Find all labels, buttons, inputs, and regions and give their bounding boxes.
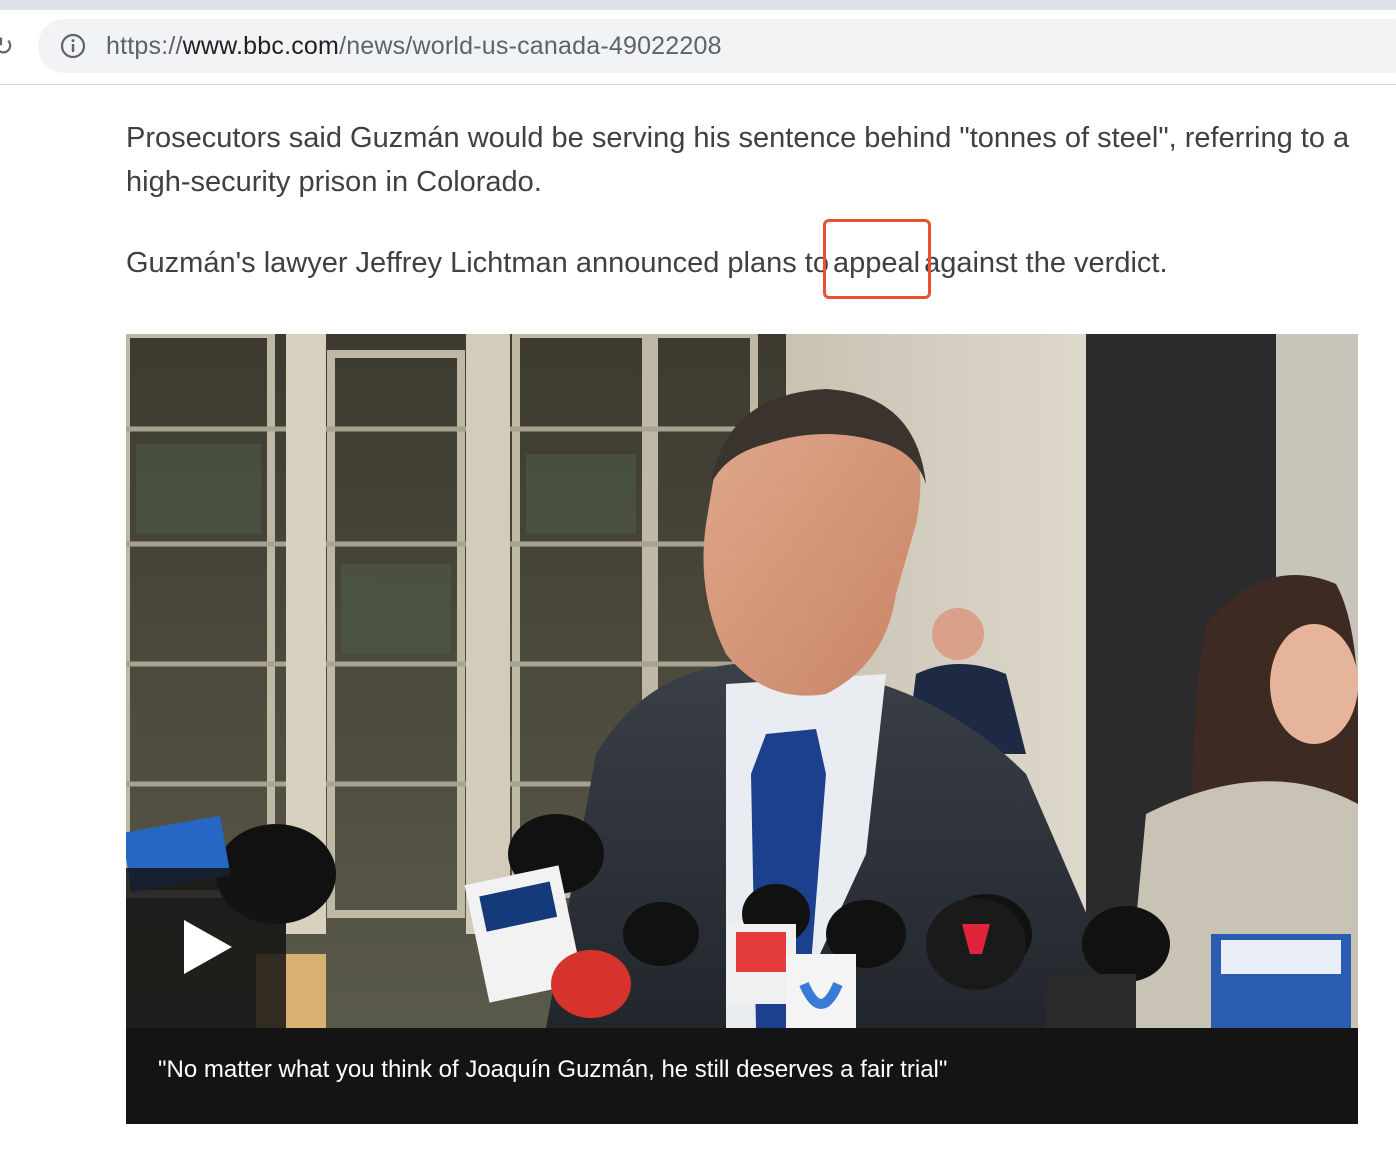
address-bar[interactable]: https://www.bbc.com/news/world-us-canada…	[38, 19, 1396, 73]
article-body: Prosecutors said Guzmán would be serving…	[126, 116, 1358, 204]
browser-toolbar: ↻ https://www.bbc.com/news/world-us-cana…	[0, 10, 1396, 85]
url-text[interactable]: https://www.bbc.com/news/world-us-canada…	[106, 31, 722, 61]
play-button[interactable]	[126, 868, 286, 1028]
url-host: www.bbc.com	[182, 32, 340, 60]
video-player[interactable]: "No matter what you think of Joaquín Guz…	[126, 334, 1358, 1124]
paragraph-2-text-after: against the verdict.	[924, 247, 1168, 279]
reload-icon[interactable]: ↻	[0, 34, 14, 60]
play-icon	[184, 920, 232, 974]
info-icon[interactable]	[60, 33, 86, 59]
url-path: /news/world-us-canada-49022208	[339, 32, 722, 60]
video-thumbnail	[126, 334, 1358, 1028]
article-paragraph-1: Prosecutors said Guzmán would be serving…	[126, 122, 1350, 198]
url-scheme: https://	[106, 32, 183, 60]
browser-tab-strip	[0, 0, 1396, 10]
highlighted-word-appeal[interactable]: appeal	[822, 219, 932, 299]
paragraph-2-text-before: Guzmán's lawyer Jeffrey Lichtman announc…	[126, 247, 829, 279]
video-caption: "No matter what you think of Joaquín Guz…	[158, 1056, 948, 1083]
article-paragraph-2: Guzmán's lawyer Jeffrey Lichtman announc…	[126, 219, 1168, 299]
video-caption-bar: "No matter what you think of Joaquín Guz…	[126, 1028, 1358, 1124]
